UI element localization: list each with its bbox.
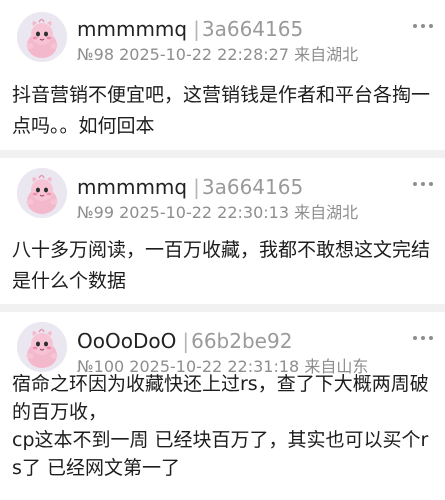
post-number: №99: [77, 203, 114, 222]
post-number: №98: [77, 45, 114, 64]
comment-header: mmmmmq | 3a664165 №98 2025-10-22 22:28:27 …: [0, 0, 445, 64]
author-line: mmmmmq | 3a664165: [77, 16, 303, 42]
separator: |: [182, 329, 190, 353]
location: 来自湖北: [294, 45, 359, 64]
username[interactable]: mmmmmq: [77, 17, 187, 41]
user-id: 3a664165: [201, 175, 304, 199]
user-id: 66b2be92: [191, 329, 293, 353]
avatar[interactable]: [17, 322, 67, 372]
author-line: mmmmmq | 3a664165: [77, 174, 303, 200]
pink-cartoon-avatar-icon: [17, 322, 67, 372]
more-options-icon[interactable]: [413, 334, 433, 342]
comment-card: mmmmmq | 3a664165 №98 2025-10-22 22:28:27 …: [0, 0, 445, 150]
pink-cartoon-avatar-icon: [17, 12, 67, 62]
comment-text: 抖音营销不便宜吧，这营销钱是作者和平台各掏一点吗。。如何回本: [12, 84, 431, 137]
user-id: 3a664165: [201, 17, 304, 41]
comment-card: mmmmmq | 3a664165 №99 2025-10-22 22:30:13 …: [0, 158, 445, 304]
more-options-icon[interactable]: [413, 22, 433, 30]
comment-header: OoOoDoO | 66b2be92 №100 2025-10-22 22:31:1…: [0, 312, 445, 376]
comment-text: 宿命之环因为收藏快还上过rs，查了下大概两周破的百万收， cp这本不到一周 已经…: [12, 373, 429, 479]
pink-cartoon-avatar-icon: [17, 168, 67, 218]
post-meta: №99 2025-10-22 22:30:13 来自湖北: [77, 202, 358, 224]
avatar[interactable]: [17, 168, 67, 218]
post-meta: №98 2025-10-22 22:28:27 来自湖北: [77, 44, 358, 66]
author-line: OoOoDoO | 66b2be92: [77, 328, 292, 354]
separator: |: [193, 175, 200, 199]
separator: |: [193, 17, 200, 41]
comment-header: mmmmmq | 3a664165 №99 2025-10-22 22:30:13 …: [0, 158, 445, 222]
username[interactable]: OoOoDoO: [77, 329, 176, 353]
comment-card: OoOoDoO | 66b2be92 №100 2025-10-22 22:31:1…: [0, 312, 445, 500]
location: 来自湖北: [294, 203, 359, 222]
avatar[interactable]: [17, 12, 67, 62]
more-options-icon[interactable]: [413, 180, 433, 188]
comment-feed: mmmmmq | 3a664165 №98 2025-10-22 22:28:27 …: [0, 0, 445, 500]
timestamp: 2025-10-22 22:30:13: [119, 203, 290, 222]
username[interactable]: mmmmmq: [77, 175, 187, 199]
comment-text: 八十多万阅读，一百万收藏，我都不敢想这文完结是什么个数据: [12, 239, 431, 292]
timestamp: 2025-10-22 22:28:27: [119, 45, 290, 64]
